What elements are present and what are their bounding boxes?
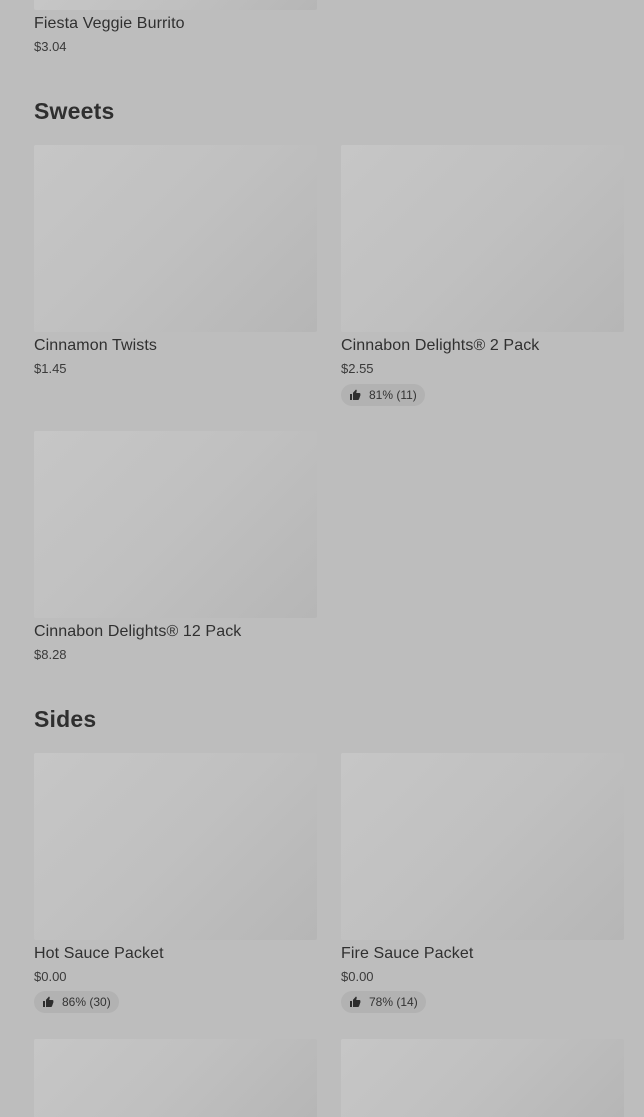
section-title-sides: Sides (34, 706, 97, 732)
item-price: $0.00 (341, 969, 374, 984)
thumbs-up-icon (350, 996, 361, 1007)
item-image[interactable] (34, 145, 317, 332)
item-image[interactable] (341, 753, 624, 940)
rating-text: 78% (14) (369, 995, 418, 1009)
item-price: $0.00 (34, 969, 67, 984)
item-price: $2.55 (341, 361, 374, 376)
thumbs-up-icon (350, 389, 361, 400)
item-image[interactable] (34, 0, 317, 10)
item-image[interactable] (34, 1039, 317, 1117)
item-image[interactable] (341, 1039, 624, 1117)
item-price: $8.28 (34, 647, 67, 662)
item-name[interactable]: Cinnabon Delights® 2 Pack (341, 336, 539, 356)
item-price: $3.04 (34, 39, 67, 54)
item-image[interactable] (341, 145, 624, 332)
item-image[interactable] (34, 753, 317, 940)
section-title-sweets: Sweets (34, 98, 115, 124)
item-image[interactable] (34, 431, 317, 618)
rating-badge: 81% (11) (341, 384, 425, 406)
rating-badge: 78% (14) (341, 991, 426, 1013)
item-name[interactable]: Cinnabon Delights® 12 Pack (34, 622, 241, 642)
thumbs-up-icon (43, 996, 54, 1007)
item-name[interactable]: Fiesta Veggie Burrito (34, 14, 185, 34)
rating-text: 86% (30) (62, 995, 111, 1009)
item-price: $1.45 (34, 361, 67, 376)
item-name[interactable]: Cinnamon Twists (34, 336, 157, 356)
rating-badge: 86% (30) (34, 991, 119, 1013)
item-name[interactable]: Hot Sauce Packet (34, 944, 164, 964)
item-name[interactable]: Fire Sauce Packet (341, 944, 473, 964)
rating-text: 81% (11) (369, 388, 417, 402)
